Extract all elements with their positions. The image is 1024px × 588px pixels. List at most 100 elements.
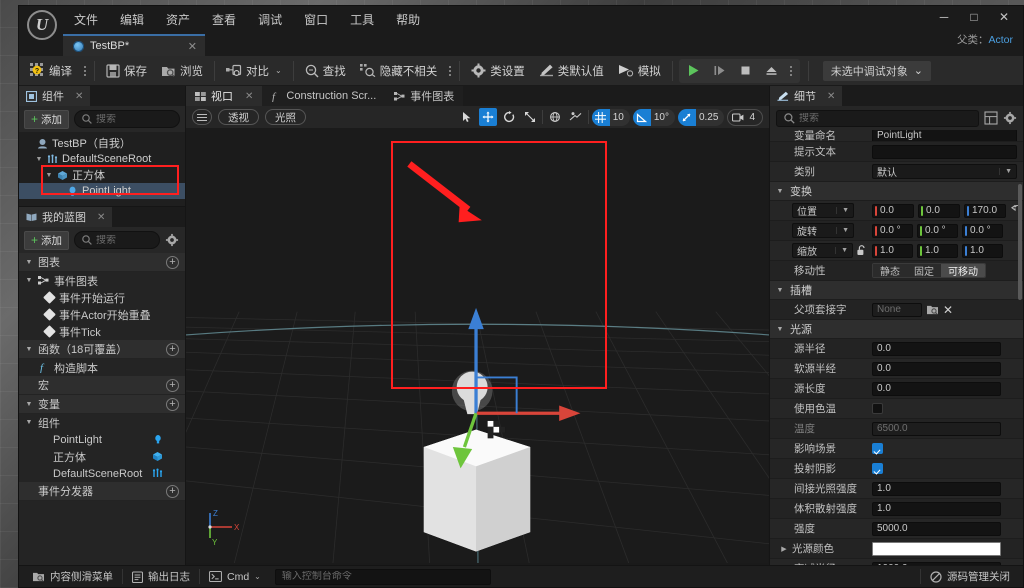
section-functions[interactable]: ▼ 函数（18可覆盖） + bbox=[19, 340, 185, 359]
close-icon[interactable]: ✕ bbox=[97, 212, 105, 223]
mobility-option-movable[interactable]: 可移动 bbox=[941, 264, 985, 277]
source-control-button[interactable]: 源码管理关闭 bbox=[921, 568, 1019, 586]
indirect-lighting-intensity-field[interactable]: 1.0 bbox=[872, 481, 1001, 496]
menu-item-view[interactable]: 查看 bbox=[201, 6, 247, 34]
tab-my-blueprint[interactable]: 我的蓝图 ✕ bbox=[19, 207, 113, 227]
viewport-3d[interactable]: Z X Y bbox=[186, 128, 769, 565]
parent-class-value[interactable]: Actor bbox=[988, 34, 1013, 46]
simulate-button[interactable]: 模拟 bbox=[611, 58, 668, 84]
property-row-use-temperature[interactable]: 使用色温 bbox=[770, 399, 1023, 419]
my-blueprint-search-box[interactable] bbox=[74, 231, 160, 249]
find-button[interactable]: 查找 bbox=[298, 58, 353, 84]
tab-details[interactable]: 细节 ✕ bbox=[770, 86, 843, 106]
close-icon[interactable]: ✕ bbox=[245, 91, 253, 102]
affects-world-checkbox[interactable] bbox=[872, 443, 883, 454]
perspective-button[interactable]: 透视 bbox=[218, 109, 259, 125]
menu-item-help[interactable]: 帮助 bbox=[385, 6, 431, 34]
section-sockets[interactable]: ▼ 插槽 bbox=[770, 281, 1023, 300]
unlock-icon[interactable] bbox=[856, 245, 866, 256]
close-button[interactable]: ✕ bbox=[989, 6, 1019, 28]
property-row-parent-socket[interactable]: 父项套接字 None ✕ bbox=[770, 300, 1023, 320]
section-transform[interactable]: ▼ 变换 bbox=[770, 182, 1023, 201]
grid-snap-value[interactable]: 10 bbox=[613, 112, 624, 123]
property-row-light-color[interactable]: ▶ 光源颜色 bbox=[770, 539, 1023, 559]
rotation-combo[interactable]: 旋转 ▼ bbox=[792, 223, 854, 238]
location-y-field[interactable]: 0.0 bbox=[918, 203, 960, 218]
tab-viewport[interactable]: 视口 ✕ bbox=[186, 86, 263, 106]
use-temperature-checkbox[interactable] bbox=[872, 403, 883, 414]
add-event-dispatcher-button[interactable]: + bbox=[166, 484, 179, 498]
section-light[interactable]: ▼ 光源 bbox=[770, 320, 1023, 339]
stop-button[interactable] bbox=[734, 60, 758, 82]
chevron-down-icon[interactable]: ▼ bbox=[35, 156, 43, 163]
asset-tab-testbp[interactable]: TestBP* ✕ bbox=[63, 34, 205, 56]
tab-components[interactable]: 组件 ✕ bbox=[19, 86, 91, 106]
camera-speed-value[interactable]: 4 bbox=[749, 112, 755, 123]
event-graph-row[interactable]: ▼ 事件图表 bbox=[19, 272, 185, 289]
chevron-right-icon[interactable]: ▶ bbox=[780, 545, 788, 553]
viewport-menu-button[interactable] bbox=[192, 109, 212, 125]
surface-snap-button[interactable] bbox=[567, 108, 585, 126]
angle-snap-control[interactable]: 10° bbox=[632, 108, 675, 126]
browse-icon[interactable] bbox=[926, 304, 939, 315]
menu-item-window[interactable]: 窗口 bbox=[293, 6, 339, 34]
property-row-volumetric-scattering-intensity[interactable]: 体积散射强度 1.0 bbox=[770, 499, 1023, 519]
class-settings-button[interactable]: 类设置 bbox=[464, 58, 532, 84]
close-icon[interactable]: ✕ bbox=[827, 91, 835, 102]
mobility-option-stationary[interactable]: 固定 bbox=[907, 264, 941, 277]
chevron-down-icon[interactable]: ▼ bbox=[25, 259, 33, 266]
chevron-down-icon[interactable]: ▼ bbox=[999, 168, 1012, 175]
details-search-box[interactable] bbox=[776, 109, 979, 127]
property-row-temperature[interactable]: 温度 6500.0 bbox=[770, 419, 1023, 439]
class-defaults-button[interactable]: 类默认值 bbox=[532, 58, 611, 84]
property-row-mobility[interactable]: 移动性 静态 固定 可移动 bbox=[770, 261, 1023, 281]
move-tool-button[interactable] bbox=[478, 108, 497, 126]
chevron-down-icon[interactable]: ⌄ bbox=[254, 572, 261, 581]
intensity-field[interactable]: 5000.0 bbox=[872, 521, 1001, 536]
chevron-down-icon[interactable]: ▼ bbox=[25, 346, 33, 353]
chevron-down-icon[interactable]: ▼ bbox=[835, 247, 848, 254]
event-begin-play-row[interactable]: 事件开始运行 bbox=[19, 289, 185, 306]
chevron-down-icon[interactable]: ⌄ bbox=[275, 66, 282, 75]
category-combo[interactable]: 默认 ▼ bbox=[872, 164, 1017, 179]
variables-group-components[interactable]: ▼ 组件 bbox=[19, 414, 185, 431]
chevron-down-icon[interactable]: ▼ bbox=[776, 188, 784, 195]
chevron-down-icon[interactable]: ▼ bbox=[25, 277, 33, 284]
lighting-mode-button[interactable]: 光照 bbox=[265, 109, 306, 125]
attenuation-radius-field[interactable]: 1000.0 bbox=[872, 561, 1001, 565]
add-blueprint-item-button[interactable]: + 添加 bbox=[24, 230, 70, 250]
step-button[interactable] bbox=[708, 60, 732, 82]
cmd-selector[interactable]: Cmd ⌄ bbox=[200, 568, 270, 586]
menu-item-file[interactable]: 文件 bbox=[63, 6, 109, 34]
location-combo[interactable]: 位置 ▼ bbox=[792, 203, 854, 218]
property-row-attenuation-radius[interactable]: 衰减半径 1000.0 bbox=[770, 559, 1023, 565]
add-function-button[interactable]: + bbox=[166, 342, 179, 356]
details-scrollbar-thumb[interactable] bbox=[1018, 184, 1022, 300]
volumetric-scattering-intensity-field[interactable]: 1.0 bbox=[872, 501, 1001, 516]
property-row-location[interactable]: 位置 ▼ 0.0 0.0 170.0 bbox=[770, 201, 1023, 221]
tree-item-defaultsceneroot[interactable]: ▼ DefaultSceneRoot bbox=[19, 151, 185, 167]
chevron-down-icon[interactable]: ▼ bbox=[45, 172, 53, 179]
add-variable-button[interactable]: + bbox=[166, 397, 179, 411]
minimize-button[interactable]: ─ bbox=[929, 6, 959, 28]
tree-item-testbp[interactable]: ▼ TestBP（自我） bbox=[19, 135, 185, 151]
maximize-button[interactable]: □ bbox=[959, 6, 989, 28]
property-row-tooltip-text[interactable]: 提示文本 bbox=[770, 142, 1023, 162]
variable-row-pointlight[interactable]: PointLight bbox=[19, 431, 185, 448]
mobility-option-static[interactable]: 静态 bbox=[873, 264, 907, 277]
section-variables[interactable]: ▼ 变量 + bbox=[19, 395, 185, 414]
scale-snap-value[interactable]: 0.25 bbox=[699, 112, 718, 123]
tab-event-graph[interactable]: 事件图表 bbox=[385, 86, 464, 106]
menu-item-assets[interactable]: 资产 bbox=[155, 6, 201, 34]
scale-snap-control[interactable]: 0.25 bbox=[677, 108, 725, 126]
close-icon[interactable]: ✕ bbox=[188, 40, 197, 53]
details-view-options-icon[interactable] bbox=[984, 111, 998, 125]
parent-socket-field[interactable]: None bbox=[872, 302, 922, 317]
scale-combo[interactable]: 缩放 ▼ bbox=[792, 243, 853, 258]
add-graph-button[interactable]: + bbox=[166, 255, 179, 269]
rotation-y-field[interactable]: 0.0 ° bbox=[917, 223, 958, 238]
cast-shadows-checkbox[interactable] bbox=[872, 463, 883, 474]
components-search-box[interactable] bbox=[74, 110, 180, 128]
property-row-category[interactable]: 类别 默认 ▼ bbox=[770, 162, 1023, 182]
add-macro-button[interactable]: + bbox=[166, 378, 179, 392]
